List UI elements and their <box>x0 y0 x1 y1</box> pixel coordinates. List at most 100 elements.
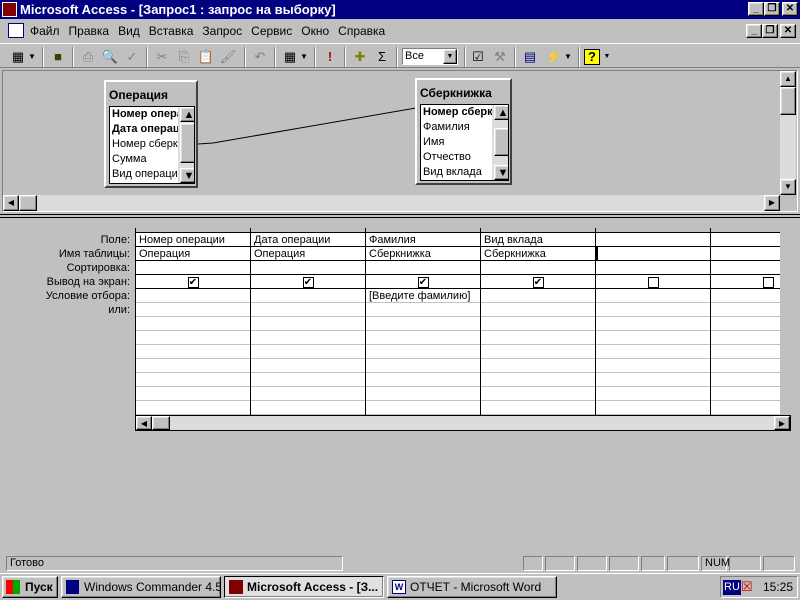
grid-cell-or[interactable] <box>481 317 595 331</box>
minimize-button[interactable]: _ <box>748 2 764 16</box>
grid-cell-or[interactable] <box>481 387 595 401</box>
scroll-thumb[interactable] <box>494 128 508 156</box>
new-object-icon[interactable]: ⚡ <box>544 47 564 67</box>
grid-cell-or[interactable] <box>251 373 365 387</box>
grid-cell-or[interactable] <box>136 345 250 359</box>
grid-cell-or[interactable] <box>596 345 710 359</box>
grid-cell-or[interactable] <box>481 303 595 317</box>
grid-cell-or[interactable] <box>366 345 480 359</box>
grid-cell-or[interactable] <box>366 387 480 401</box>
doc-restore-button[interactable]: ❐ <box>762 24 778 38</box>
scroll-down-icon[interactable]: ▼ <box>494 165 508 180</box>
grid-cell-or[interactable] <box>596 317 710 331</box>
grid-cell-sort[interactable] <box>711 261 780 275</box>
scroll-left-icon[interactable]: ◀ <box>136 416 152 430</box>
grid-cell-or[interactable] <box>711 331 780 345</box>
scroll-thumb[interactable] <box>180 123 194 163</box>
grid-cell-field[interactable]: Фамилия <box>366 233 480 247</box>
scroll-down-icon[interactable]: ▼ <box>180 168 194 183</box>
scroll-down-icon[interactable]: ▼ <box>780 179 796 195</box>
scroll-thumb[interactable] <box>780 87 796 115</box>
grid-cell-show[interactable]: ✔ <box>366 275 480 289</box>
grid-cell-table[interactable]: Операция <box>136 247 250 261</box>
scroll-up-icon[interactable]: ▲ <box>180 107 194 122</box>
grid-cell-or[interactable] <box>366 317 480 331</box>
show-checkbox[interactable]: ✔ <box>417 276 429 288</box>
grid-cell-or[interactable] <box>711 387 780 401</box>
view-dropdown-icon[interactable]: ▼ <box>26 47 38 67</box>
grid-cell-or[interactable] <box>136 401 250 415</box>
grid-cell-or[interactable] <box>251 359 365 373</box>
properties-icon[interactable]: ☑ <box>468 47 488 67</box>
scroll-right-icon[interactable]: ▶ <box>774 416 790 430</box>
build-icon[interactable]: ⚒ <box>490 47 510 67</box>
scroll-up-icon[interactable]: ▲ <box>780 71 796 87</box>
grid-cell-or[interactable] <box>251 303 365 317</box>
task-microsoft-access[interactable]: Microsoft Access - [З... <box>224 576 384 598</box>
grid-cell-or[interactable] <box>136 331 250 345</box>
menu-item-5[interactable]: Сервис <box>251 24 292 38</box>
paste-icon[interactable]: 📋 <box>196 47 216 67</box>
help-icon[interactable]: ? <box>584 49 600 65</box>
upper-horizontal-scrollbar[interactable]: ◀ ▶ <box>3 195 780 211</box>
table-operatsiya[interactable]: Операция Номер операции Дата операции Номе… <box>104 80 198 188</box>
grid-cell-or[interactable] <box>711 303 780 317</box>
undo-icon[interactable]: ↶ <box>250 47 270 67</box>
grid-cell-or[interactable] <box>596 387 710 401</box>
grid-cell-table[interactable]: Сберкнижка <box>366 247 480 261</box>
top-values-combo[interactable]: Все ▼ <box>402 48 458 65</box>
scroll-thumb[interactable] <box>152 416 170 430</box>
show-table-icon[interactable]: ✚ <box>350 47 370 67</box>
grid-cell-or[interactable] <box>136 387 250 401</box>
grid-cell-criteria[interactable] <box>136 289 250 303</box>
grid-cell-or[interactable] <box>366 373 480 387</box>
menu-item-6[interactable]: Окно <box>301 24 329 38</box>
grid-cell-or[interactable] <box>596 331 710 345</box>
upper-vertical-scrollbar[interactable]: ▲ ▼ <box>780 71 796 195</box>
grid-cell-show[interactable] <box>596 275 710 289</box>
show-checkbox[interactable]: ✔ <box>187 276 199 288</box>
grid-cell-or[interactable] <box>251 331 365 345</box>
spelling-icon[interactable]: ✓ <box>122 47 142 67</box>
grid-cell-or[interactable] <box>366 331 480 345</box>
scroll-left-icon[interactable]: ◀ <box>3 195 19 211</box>
grid-cell-or[interactable] <box>481 401 595 415</box>
grid-cell-field[interactable] <box>596 233 710 247</box>
totals-icon[interactable]: Σ <box>372 47 392 67</box>
grid-cell-table[interactable]: Сберкнижка <box>481 247 595 261</box>
show-checkbox[interactable]: ✔ <box>532 276 544 288</box>
query-type-icon[interactable]: ▦ <box>280 47 300 67</box>
show-checkbox[interactable] <box>762 276 774 288</box>
grid-cell-or[interactable] <box>136 303 250 317</box>
grid-cell-or[interactable] <box>136 359 250 373</box>
task-microsoft-word[interactable]: W ОТЧЕТ - Microsoft Word <box>387 576 557 598</box>
grid-cell-sort[interactable] <box>251 261 365 275</box>
grid-cell-sort[interactable] <box>596 261 710 275</box>
menu-item-0[interactable]: Файл <box>30 24 60 38</box>
close-button[interactable]: ✕ <box>782 2 798 16</box>
doc-close-button[interactable]: ✕ <box>780 24 796 38</box>
grid-cell-field[interactable]: Вид вклада <box>481 233 595 247</box>
grid-cell-or[interactable] <box>481 359 595 373</box>
grid-cell-field[interactable]: Номер операции <box>136 233 250 247</box>
language-indicator[interactable]: RU <box>723 580 741 595</box>
grid-cell-or[interactable] <box>711 373 780 387</box>
grid-cell-or[interactable] <box>366 303 480 317</box>
new-object-dropdown-icon[interactable]: ▼ <box>562 47 574 67</box>
scroll-thumb[interactable] <box>19 195 37 211</box>
run-icon[interactable]: ! <box>320 47 340 67</box>
scroll-right-icon[interactable]: ▶ <box>764 195 780 211</box>
field-list-scrollbar[interactable]: ▲ ▼ <box>492 105 508 180</box>
menu-item-7[interactable]: Справка <box>338 24 385 38</box>
grid-cell-or[interactable] <box>366 401 480 415</box>
grid-cell-criteria[interactable]: [Введите фамилию] <box>366 289 480 303</box>
grid-cell-criteria[interactable] <box>711 289 780 303</box>
grid-cell-or[interactable] <box>251 317 365 331</box>
grid-cell-field[interactable] <box>711 233 780 247</box>
grid-cell-criteria[interactable] <box>251 289 365 303</box>
grid-cell-or[interactable] <box>136 373 250 387</box>
scroll-up-icon[interactable]: ▲ <box>494 105 508 120</box>
field-list[interactable]: Номер операцииДата операцииНомер сберкни… <box>109 106 195 184</box>
grid-cell-show[interactable] <box>711 275 780 289</box>
chevron-down-icon[interactable]: ▼ <box>443 49 457 64</box>
